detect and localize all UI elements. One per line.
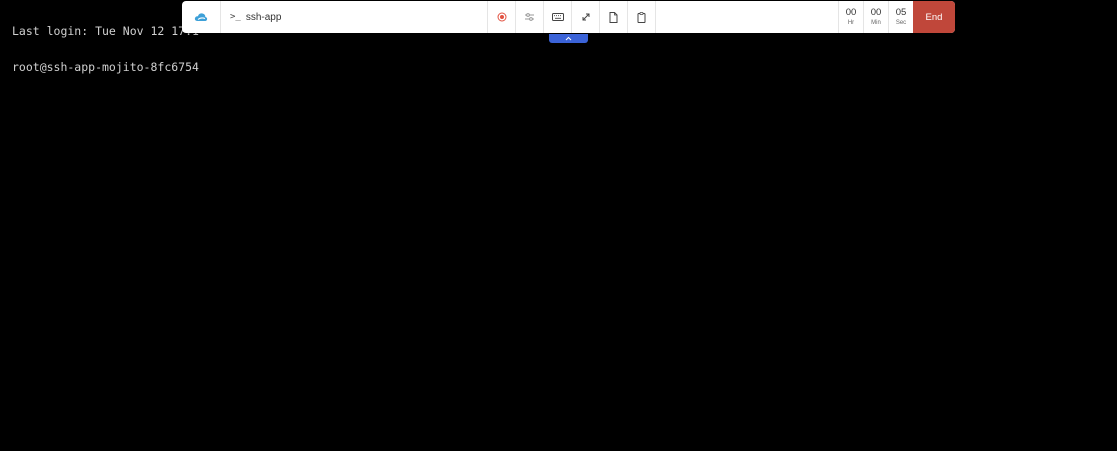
terminal-prompt-icon: >_ (230, 12, 241, 22)
clipboard-icon (637, 11, 646, 23)
record-icon (497, 12, 506, 22)
clipboard-button[interactable] (628, 1, 656, 33)
terminal-output[interactable]: Last login: Tue Nov 12 17:1 root@ssh-app… (0, 0, 1117, 451)
timer-seconds: 05 Sec (889, 1, 913, 33)
file-icon (609, 11, 618, 23)
settings-button[interactable] (516, 1, 544, 33)
fullscreen-button[interactable] (572, 1, 600, 33)
timer-hours-label: Hr (847, 20, 855, 26)
session-toolbar: >_ ssh-app 00 Hr 00 Min 05 Sec End (182, 1, 955, 33)
timer-seconds-label: Sec (895, 20, 907, 26)
timer-minutes: 00 Min (864, 1, 889, 33)
session-name: ssh-app (245, 11, 282, 23)
logo (182, 1, 221, 33)
timer-hours: 00 Hr (839, 1, 864, 33)
terminal-line: root@ssh-app-mojito-8fc6754 (12, 60, 199, 74)
keyboard-icon (551, 13, 564, 21)
timer-minutes-label: Min (871, 20, 881, 26)
timer-seconds-value: 05 (895, 7, 907, 18)
collapse-toolbar-tab[interactable] (549, 34, 588, 43)
cloud-logo-icon (194, 13, 208, 21)
file-button[interactable] (600, 1, 628, 33)
record-button[interactable] (488, 1, 516, 33)
timer-hours-value: 00 (845, 7, 857, 18)
expand-icon (582, 13, 589, 21)
keyboard-button[interactable] (544, 1, 572, 33)
chevron-up-icon (565, 36, 572, 41)
session-title: >_ ssh-app (221, 1, 488, 33)
timer-minutes-value: 00 (870, 7, 882, 18)
session-timer: 00 Hr 00 Min 05 Sec (838, 1, 913, 33)
end-session-button[interactable]: End (913, 1, 955, 33)
sliders-icon (525, 13, 534, 21)
